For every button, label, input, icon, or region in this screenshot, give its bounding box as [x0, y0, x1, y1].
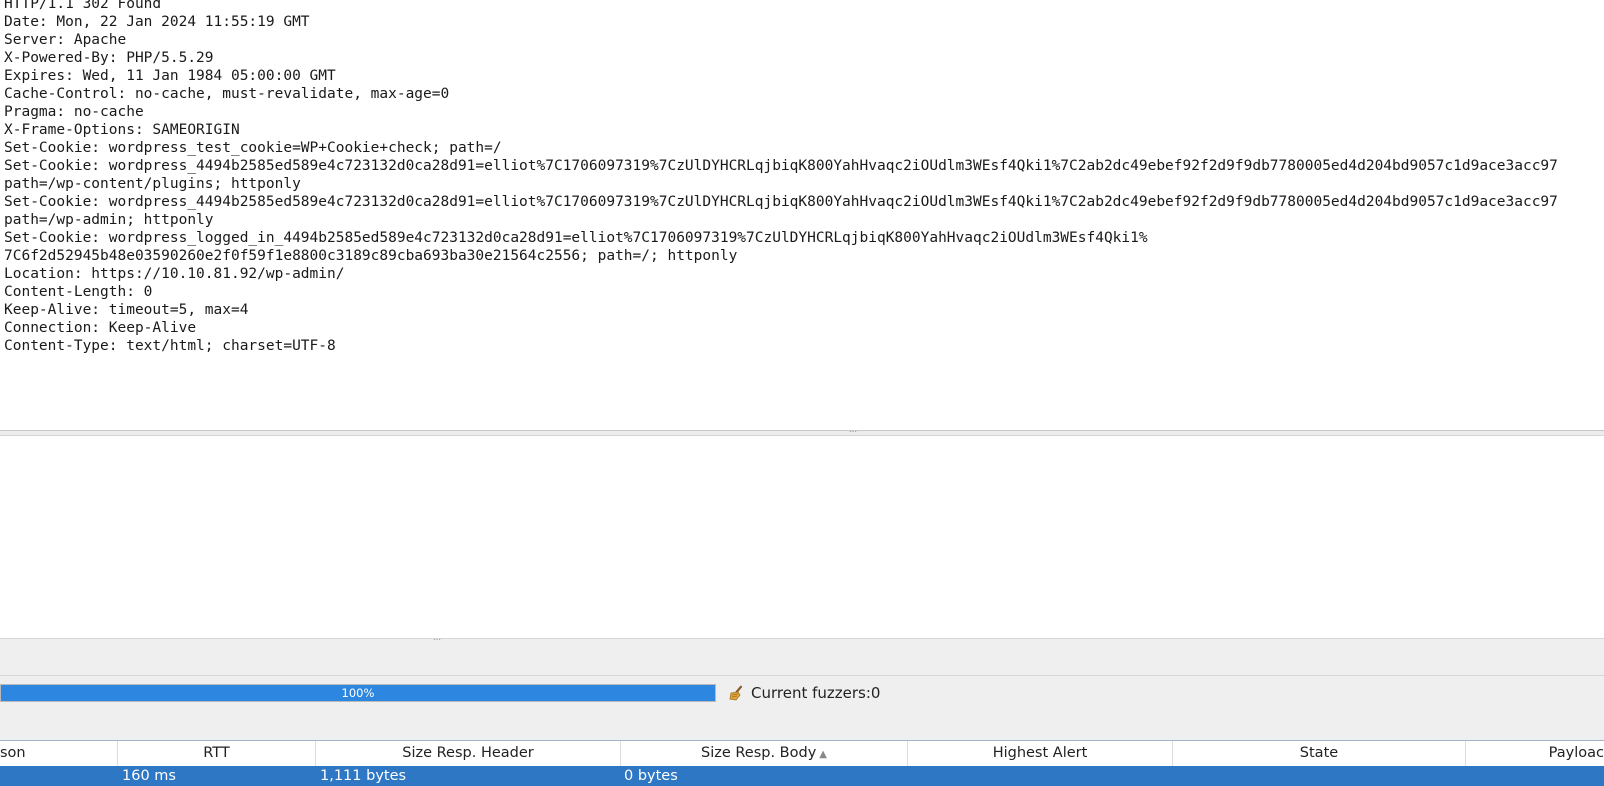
- response-line: Cache-Control: no-cache, must-revalidate…: [4, 86, 450, 102]
- fuzz-progress-bar: 100%: [0, 684, 716, 702]
- response-line: Content-Type: text/html; charset=UTF-8: [4, 338, 336, 354]
- response-line: Keep-Alive: timeout=5, max=4: [4, 302, 249, 318]
- column-header-rtt[interactable]: RTT: [118, 741, 316, 766]
- response-line: Set-Cookie: wordpress_logged_in_4494b258…: [4, 230, 1148, 246]
- column-header-label: RTT: [203, 745, 230, 761]
- cell-size-resp-header: 1,111 bytes: [320, 768, 407, 784]
- column-header-payloads[interactable]: Payloac: [1466, 741, 1604, 766]
- column-header-label: Size Resp. Body: [700, 745, 817, 761]
- response-line: path=/wp-content/plugins; httponly: [4, 176, 301, 192]
- table-row[interactable]: 160 ms 1,111 bytes 0 bytes: [0, 766, 1604, 786]
- results-splitter[interactable]: ⋯: [0, 636, 1604, 676]
- current-fuzzers-label: Current fuzzers:0: [751, 684, 881, 702]
- response-line: Content-Length: 0: [4, 284, 153, 300]
- response-line: path=/wp-admin; httponly: [4, 212, 214, 228]
- column-header-size-resp-body[interactable]: Size Resp. Body ▲: [621, 741, 908, 766]
- sort-ascending-icon: ▲: [819, 749, 827, 760]
- column-header-label: Highest Alert: [992, 745, 1088, 761]
- cell-rtt: 160 ms: [122, 768, 176, 784]
- response-line: Set-Cookie: wordpress_4494b2585ed589e4c7…: [4, 158, 1558, 174]
- column-header-label: Payloac: [1548, 745, 1604, 761]
- response-line: Location: https://10.10.81.92/wp-admin/: [4, 266, 345, 282]
- column-header-highest-alert[interactable]: Highest Alert: [908, 741, 1173, 766]
- results-table-header: son RTT Size Resp. Header Size Resp. Bod…: [0, 740, 1604, 766]
- response-line: 7C6f2d52945b48e03590260e2f0f59f1e8800c31…: [4, 248, 738, 264]
- response-line: Pragma: no-cache: [4, 104, 144, 120]
- column-header-state[interactable]: State: [1173, 741, 1466, 766]
- empty-body-pane: [0, 436, 1604, 638]
- column-header-reason[interactable]: son: [0, 741, 118, 766]
- column-header-label: son: [0, 745, 26, 761]
- column-header-size-resp-header[interactable]: Size Resp. Header: [316, 741, 621, 766]
- response-line: X-Powered-By: PHP/5.5.29: [4, 50, 214, 66]
- column-header-label: Size Resp. Header: [402, 745, 534, 761]
- broom-icon: [729, 685, 743, 701]
- response-line: X-Frame-Options: SAMEORIGIN: [4, 122, 240, 138]
- response-line: Server: Apache: [4, 32, 127, 48]
- response-line: Expires: Wed, 11 Jan 1984 05:00:00 GMT: [4, 68, 336, 84]
- splitter-grip-icon[interactable]: ⋯: [849, 428, 863, 436]
- response-text-area[interactable]: HTTP/1.1 302 Found Date: Mon, 22 Jan 202…: [0, 0, 1604, 430]
- splitter-grip-icon[interactable]: ⋯: [433, 636, 447, 644]
- response-line: Date: Mon, 22 Jan 2024 11:55:19 GMT: [4, 14, 310, 30]
- column-header-label: State: [1299, 745, 1339, 761]
- response-line: Connection: Keep-Alive: [4, 320, 197, 336]
- response-line: Set-Cookie: wordpress_4494b2585ed589e4c7…: [4, 194, 1558, 210]
- response-line: HTTP/1.1 302 Found: [4, 0, 162, 12]
- cell-size-resp-body: 0 bytes: [624, 768, 678, 784]
- response-line: Set-Cookie: wordpress_test_cookie=WP+Coo…: [4, 140, 502, 156]
- fuzzer-status-bar: 100% Current fuzzers:0: [0, 676, 1604, 740]
- fuzz-progress-label: 100%: [341, 686, 375, 700]
